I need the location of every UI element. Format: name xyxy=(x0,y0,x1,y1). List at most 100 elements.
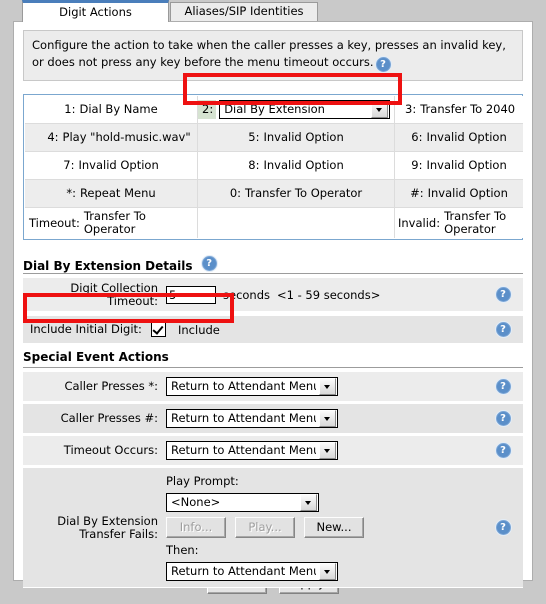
instructions-line-1: Configure the action to take when the ca… xyxy=(32,38,506,52)
digit-value-timeout: Transfer To Operator xyxy=(83,209,146,236)
digit-key-star: *: xyxy=(66,186,76,200)
chevron-down-icon[interactable] xyxy=(319,378,336,395)
then-select[interactable]: Return to Attendant Menu xyxy=(166,562,338,581)
special-events-section-header: Special Event Actions xyxy=(23,350,523,368)
digit-key-2: 2: xyxy=(198,100,217,119)
digit-cell-5[interactable]: 5: Invalid Option xyxy=(197,123,395,152)
special-events-section-title: Special Event Actions xyxy=(23,350,169,364)
timeout-occurs-label: Timeout Occurs: xyxy=(63,443,158,457)
help-icon[interactable] xyxy=(495,443,511,458)
tab-strip: Digit Actions Aliases/SIP Identities xyxy=(13,0,546,22)
digit-key-0: 0: xyxy=(229,186,242,200)
chevron-down-icon[interactable] xyxy=(300,494,317,511)
digit-2-select-value: Dial By Extension xyxy=(224,102,325,116)
table-row: Timeout: Transfer To Operator Invalid: T… xyxy=(25,207,523,238)
digit-key-4: 4: xyxy=(47,130,59,144)
help-icon[interactable] xyxy=(495,322,511,337)
details-section-header: Dial By Extension Details xyxy=(23,256,523,274)
digit-value-4: Play "hold-music.wav" xyxy=(62,130,191,144)
caller-presses-hash-select[interactable]: Return to Attendant Menu xyxy=(166,409,338,428)
digit-cell-6[interactable]: 6: Invalid Option xyxy=(394,123,523,152)
new-button[interactable]: New... xyxy=(304,517,364,538)
table-row: *: Repeat Menu 0: Transfer To Operator #… xyxy=(25,179,523,208)
timeout-occurs-value: Return to Attendant Menu xyxy=(171,443,316,457)
digit-collection-timeout-input[interactable] xyxy=(166,285,216,304)
caller-presses-hash-label: Caller Presses #: xyxy=(60,411,158,425)
caller-presses-star-select[interactable]: Return to Attendant Menu xyxy=(166,377,338,396)
digit-cell-star[interactable]: *: Repeat Menu xyxy=(25,179,198,208)
digit-value-hash: Invalid Option xyxy=(427,186,508,200)
digit-key-9: 9: xyxy=(411,158,423,172)
digit-cell-invalid[interactable]: Invalid: Transfer To Operator xyxy=(394,207,523,238)
digit-value-8: Invalid Option xyxy=(263,158,344,172)
help-icon[interactable] xyxy=(495,520,511,535)
play-prompt-select[interactable]: <None> xyxy=(166,493,319,512)
chevron-down-icon[interactable] xyxy=(371,101,388,118)
digit-key-timeout: Timeout: xyxy=(29,215,80,230)
digit-value-5: Invalid Option xyxy=(263,130,344,144)
digit-cell-1[interactable]: 1: Dial By Name xyxy=(25,96,198,124)
digit-value-7: Invalid Option xyxy=(78,158,159,172)
digit-cell-4[interactable]: 4: Play "hold-music.wav" xyxy=(25,123,198,152)
chevron-down-icon[interactable] xyxy=(319,563,336,580)
digit-2-select[interactable]: Dial By Extension xyxy=(219,100,390,119)
then-value: Return to Attendant Menu xyxy=(171,564,316,578)
chevron-down-icon[interactable] xyxy=(319,442,336,459)
caller-presses-hash-value: Return to Attendant Menu xyxy=(171,411,316,425)
timeout-occurs-row: Timeout Occurs: Return to Attendant Menu xyxy=(23,436,523,466)
digit-cell-9[interactable]: 9: Invalid Option xyxy=(394,151,523,180)
table-row: 7: Invalid Option 8: Invalid Option 9: I… xyxy=(25,151,523,180)
caller-presses-star-value: Return to Attendant Menu xyxy=(171,379,316,393)
digit-key-6: 6: xyxy=(411,130,423,144)
details-section-title: Dial By Extension Details xyxy=(23,259,193,273)
digit-key-8: 8: xyxy=(248,158,260,172)
digit-value-invalid: Transfer To Operator xyxy=(444,209,507,236)
include-checkbox-label: Include xyxy=(178,322,220,337)
digit-cell-3[interactable]: 3: Transfer To 2040 xyxy=(394,96,523,124)
digit-value-6: Invalid Option xyxy=(426,130,507,144)
digit-value-star: Repeat Menu xyxy=(79,186,156,200)
tab-aliases-sip-identities[interactable]: Aliases/SIP Identities xyxy=(170,2,318,21)
info-button[interactable]: Info... xyxy=(166,517,226,538)
digit-value-0: Transfer To Operator xyxy=(245,186,363,200)
tab-aliases-label: Aliases/SIP Identities xyxy=(184,4,304,18)
caller-presses-hash-row: Caller Presses #: Return to Attendant Me… xyxy=(23,404,523,434)
digit-key-5: 5: xyxy=(248,130,260,144)
include-initial-digit-row: Include Initial Digit: Include xyxy=(23,316,523,344)
include-initial-digit-label: Include Initial Digit: xyxy=(30,322,142,336)
digit-cell-2[interactable]: 2: Dial By Extension xyxy=(197,96,395,124)
digit-cell-empty xyxy=(197,207,395,238)
digit-cell-0[interactable]: 0: Transfer To Operator xyxy=(197,179,395,208)
chevron-down-icon[interactable] xyxy=(319,410,336,427)
main-panel: Configure the action to take when the ca… xyxy=(13,21,533,588)
digit-key-1: 1: xyxy=(64,102,76,116)
digit-value-3: Transfer To 2040 xyxy=(420,102,516,116)
transfer-fails-label: Dial By Extension Transfer Fails: xyxy=(57,513,158,541)
help-icon[interactable] xyxy=(201,256,217,271)
digit-cell-8[interactable]: 8: Invalid Option xyxy=(197,151,395,180)
include-initial-digit-checkbox[interactable] xyxy=(151,322,166,337)
help-icon[interactable] xyxy=(495,287,511,302)
digit-cell-timeout[interactable]: Timeout: Transfer To Operator xyxy=(25,207,198,238)
timeout-occurs-select[interactable]: Return to Attendant Menu xyxy=(166,441,338,460)
digit-actions-grid: 1: Dial By Name 2: Dial By Extension 3: … xyxy=(23,94,523,240)
instructions-box: Configure the action to take when the ca… xyxy=(23,30,523,81)
help-icon[interactable] xyxy=(495,379,511,394)
caller-presses-star-label: Caller Presses *: xyxy=(64,379,158,393)
digit-collection-timeout-row: Digit Collection Timeout: seconds <1 - 5… xyxy=(23,278,523,312)
help-icon[interactable] xyxy=(495,411,511,426)
timeout-range-hint: <1 - 59 seconds> xyxy=(277,287,381,302)
instructions-line-2: or does not press any key before the men… xyxy=(32,55,374,69)
digit-key-hash: #: xyxy=(410,186,424,200)
digit-key-invalid: Invalid: xyxy=(398,215,441,230)
digit-collection-timeout-label: Digit Collection Timeout: xyxy=(70,280,158,308)
prompt-button-row: Info... Play... New... xyxy=(166,517,364,538)
tab-digit-actions-label: Digit Actions xyxy=(59,5,132,19)
digit-key-3: 3: xyxy=(405,102,417,116)
tab-digit-actions[interactable]: Digit Actions xyxy=(22,0,169,22)
help-icon[interactable] xyxy=(375,57,391,72)
play-button[interactable]: Play... xyxy=(235,517,295,538)
digit-cell-hash[interactable]: #: Invalid Option xyxy=(394,179,523,208)
transfer-fails-row: Dial By Extension Transfer Fails: Play P… xyxy=(23,468,523,588)
digit-cell-7[interactable]: 7: Invalid Option xyxy=(25,151,198,180)
